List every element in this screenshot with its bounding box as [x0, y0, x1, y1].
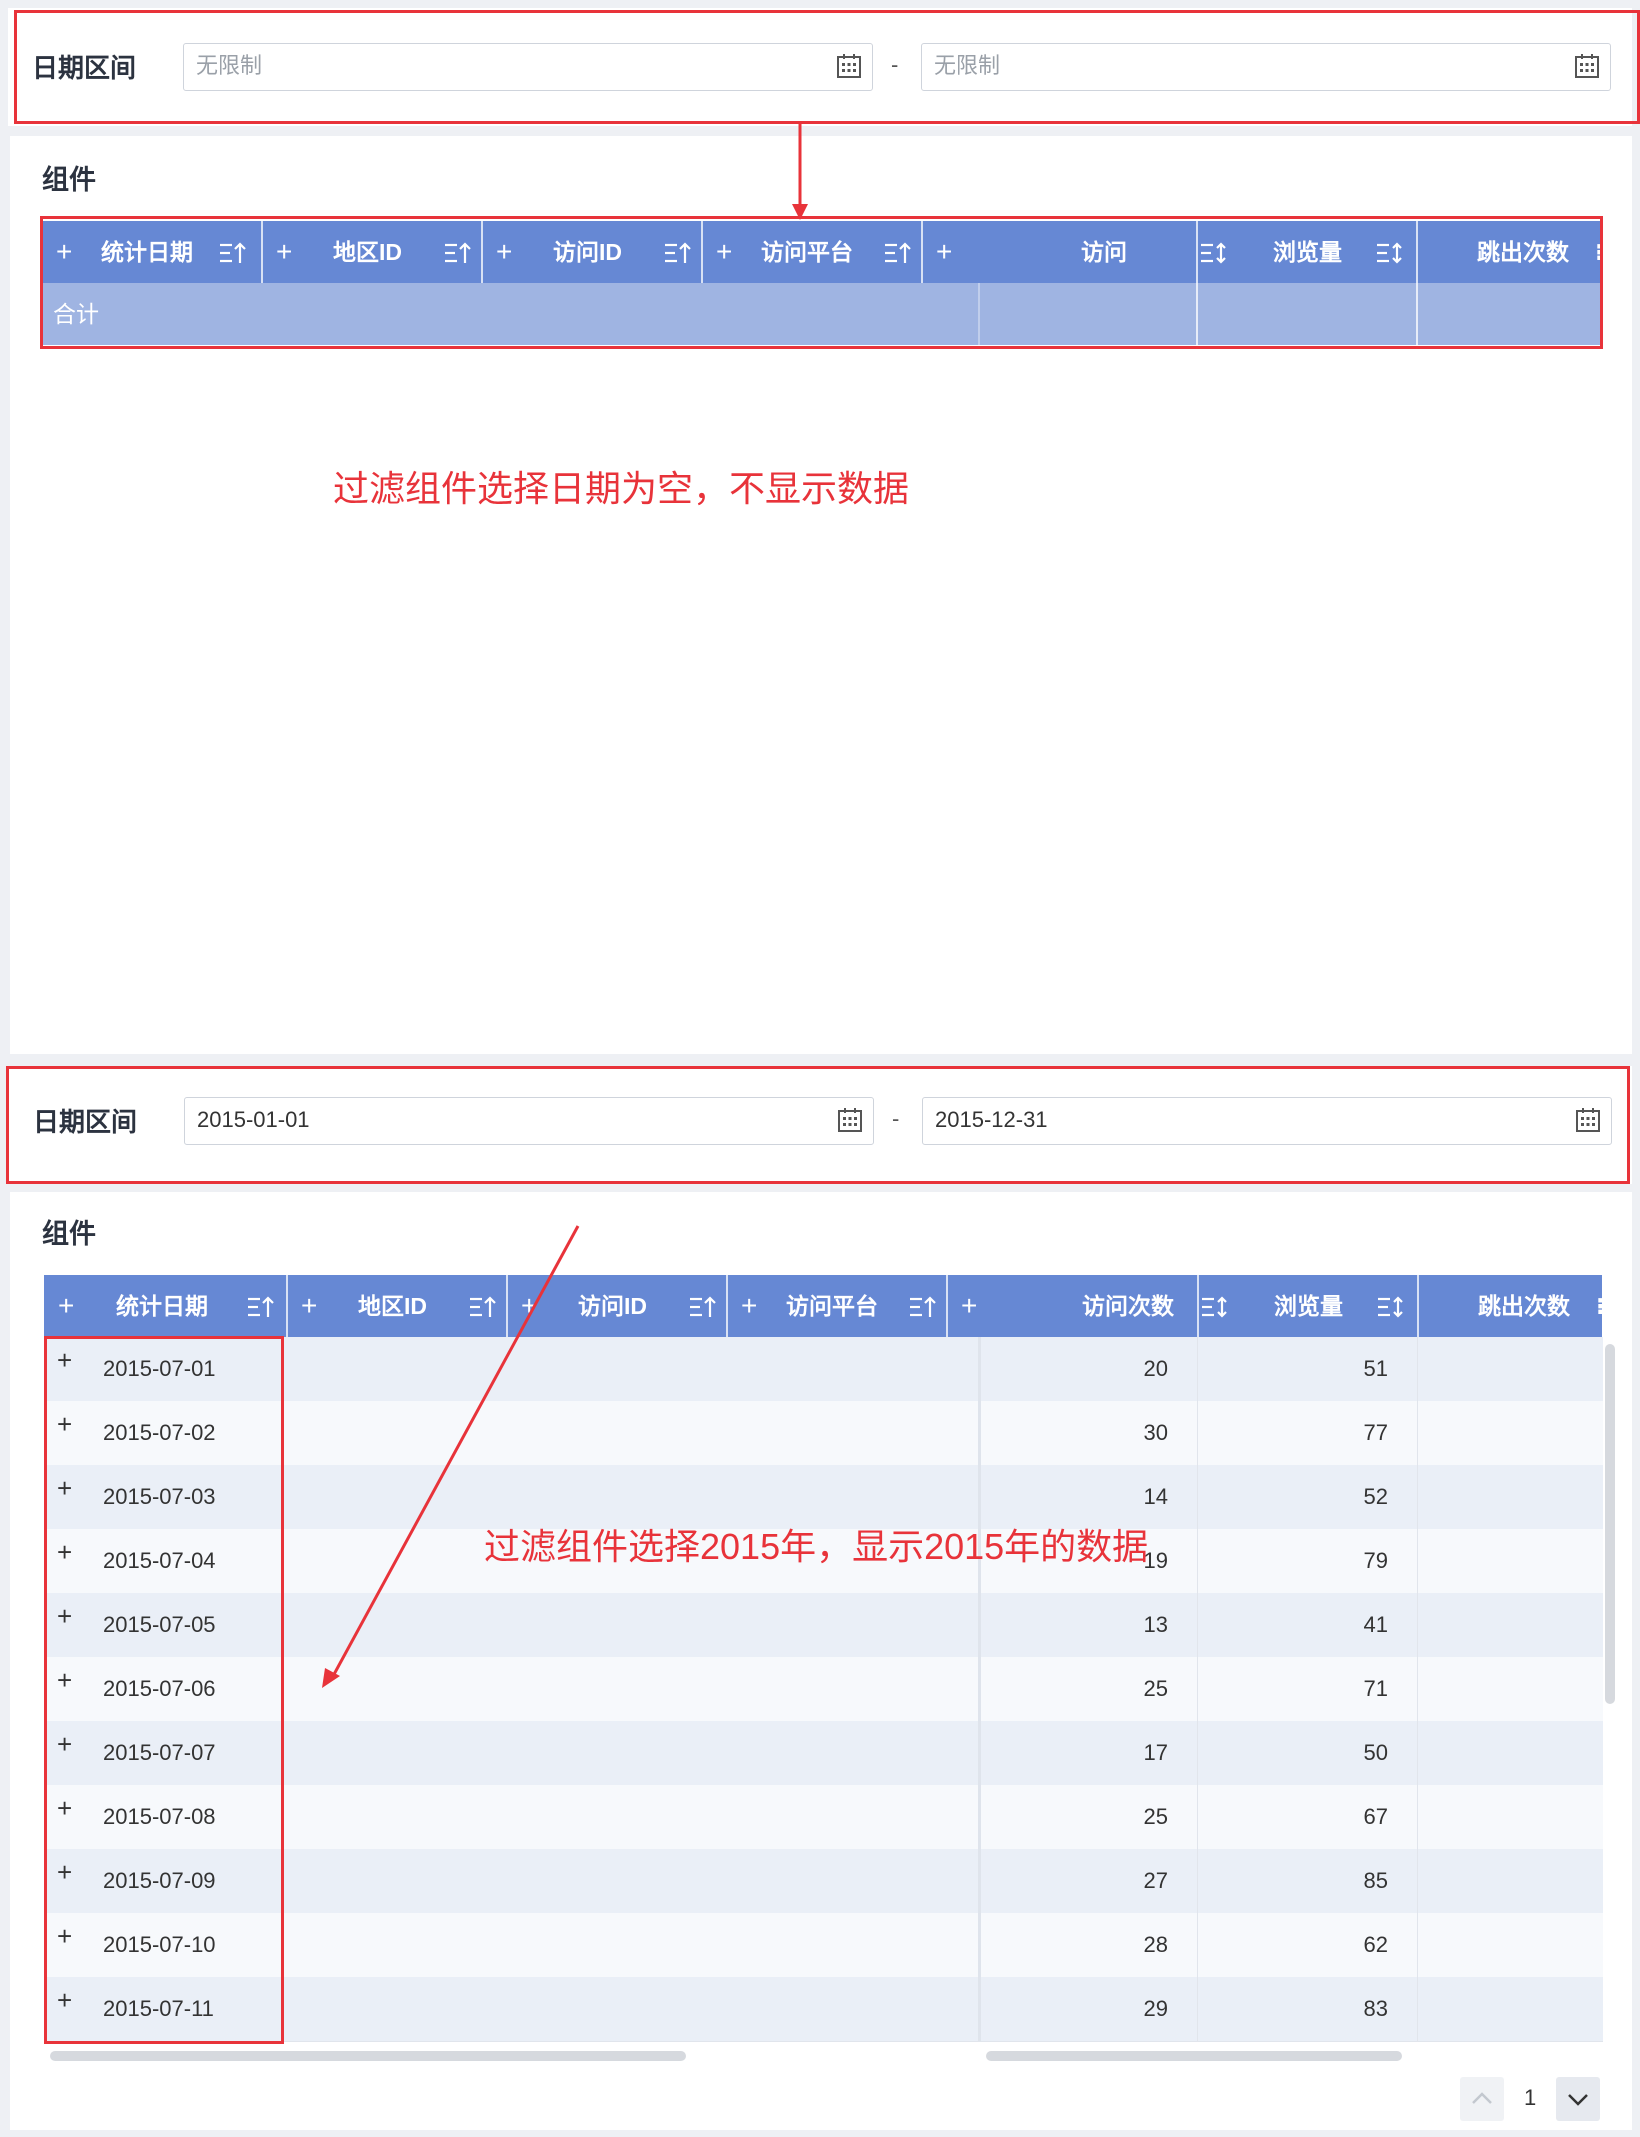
cell-visits: 20 [1143, 1356, 1168, 1381]
page-number[interactable]: 1 [1524, 2085, 1536, 2111]
cell-visits: 29 [1143, 1996, 1168, 2021]
cell-visits: 30 [1143, 1420, 1168, 1445]
cell-visits: 25 [1143, 1804, 1168, 1829]
sort-asc-icon[interactable] [688, 1296, 718, 1318]
expand-plus-icon[interactable]: + [961, 1275, 977, 1337]
column-divider [946, 1275, 948, 1337]
highlight-frame-table-top [40, 216, 1603, 349]
calendar-icon[interactable] [836, 53, 862, 79]
next-page-button[interactable] [1556, 2077, 1600, 2121]
cell-visits: 13 [1143, 1612, 1168, 1637]
annotation-text-bottom: 过滤组件选择2015年，显示2015年的数据 [484, 1526, 1149, 1567]
column-divider [726, 1275, 728, 1337]
chevron-up-icon [1472, 2092, 1492, 2104]
date-range-separator: - [891, 52, 899, 77]
cell-pageviews: 83 [1363, 1996, 1388, 2021]
start-date-input[interactable]: 无限制 [183, 43, 873, 91]
component-title: 组件 [42, 1219, 96, 1249]
sort-asc-icon[interactable] [246, 1296, 276, 1318]
end-date-input[interactable]: 无限制 [921, 43, 1611, 91]
prev-page-button[interactable] [1460, 2077, 1504, 2121]
highlight-frame-date-column [44, 1336, 284, 2044]
cell-pageviews: 79 [1363, 1548, 1388, 1573]
frozen-divider [978, 1337, 981, 2041]
cell-pageviews: 62 [1363, 1932, 1388, 1957]
date-range-separator: - [892, 1106, 900, 1131]
cell-visits: 17 [1143, 1740, 1168, 1765]
column-header-pageviews[interactable]: 浏览量 [1198, 1275, 1418, 1337]
start-date-placeholder: 无限制 [196, 53, 263, 78]
end-date-placeholder: 无限制 [934, 53, 1001, 78]
filter-label: 日期区间 [32, 53, 137, 83]
horizontal-scrollbar-right[interactable] [986, 2051, 1402, 2061]
cell-pageviews: 41 [1363, 1612, 1388, 1637]
filter-label: 日期区间 [33, 1107, 138, 1137]
cell-visits: 28 [1143, 1932, 1168, 1957]
cell-pageviews: 67 [1363, 1804, 1388, 1829]
cell-pageviews: 71 [1363, 1676, 1388, 1701]
sort-icon[interactable] [1376, 1296, 1406, 1318]
column-divider [1197, 1275, 1199, 1337]
expand-plus-icon[interactable]: + [741, 1275, 757, 1337]
annotation-arrow [792, 122, 808, 220]
vertical-scrollbar[interactable] [1605, 1344, 1615, 1704]
component-title: 组件 [42, 165, 96, 195]
end-date-input[interactable]: 2015-12-31 [922, 1097, 1612, 1145]
column-divider [1417, 1337, 1418, 2041]
annotation-text-top: 过滤组件选择日期为空，不显示数据 [333, 468, 910, 509]
column-header-date[interactable]: + 统计日期 [44, 1275, 286, 1337]
annotation-arrow [322, 1225, 580, 1688]
cell-pageviews: 85 [1363, 1868, 1388, 1893]
cell-visits: 27 [1143, 1868, 1168, 1893]
cell-pageviews: 52 [1363, 1484, 1388, 1509]
column-header-platform[interactable]: + 访问平台 [726, 1275, 946, 1337]
cell-pageviews: 77 [1363, 1420, 1388, 1445]
table-header: + 统计日期 + 地区ID + 访问ID + 访问平台 + 访问次数 浏览量 跳… [44, 1275, 1602, 1337]
sort-icon[interactable]: ⁝ [1596, 1275, 1602, 1337]
cell-pageviews: 50 [1363, 1740, 1388, 1765]
calendar-icon[interactable] [1574, 53, 1600, 79]
horizontal-scrollbar-left[interactable] [50, 2051, 686, 2061]
cell-pageviews: 51 [1363, 1356, 1388, 1381]
start-date-value: 2015-01-01 [197, 1107, 310, 1132]
column-divider [286, 1275, 288, 1337]
cell-visits: 25 [1143, 1676, 1168, 1701]
end-date-value: 2015-12-31 [935, 1107, 1048, 1132]
calendar-icon[interactable] [837, 1107, 863, 1133]
start-date-input[interactable]: 2015-01-01 [184, 1097, 874, 1145]
column-header-bounces[interactable]: 跳出次数 ⁝ [1418, 1275, 1602, 1337]
calendar-icon[interactable] [1575, 1107, 1601, 1133]
column-divider [1197, 1337, 1198, 2041]
expand-plus-icon[interactable]: + [58, 1275, 74, 1337]
sort-asc-icon[interactable] [908, 1296, 938, 1318]
column-header-visits[interactable]: + 访问次数 [946, 1275, 1227, 1337]
column-divider [1417, 1275, 1419, 1337]
chevron-down-icon [1568, 2094, 1588, 2106]
